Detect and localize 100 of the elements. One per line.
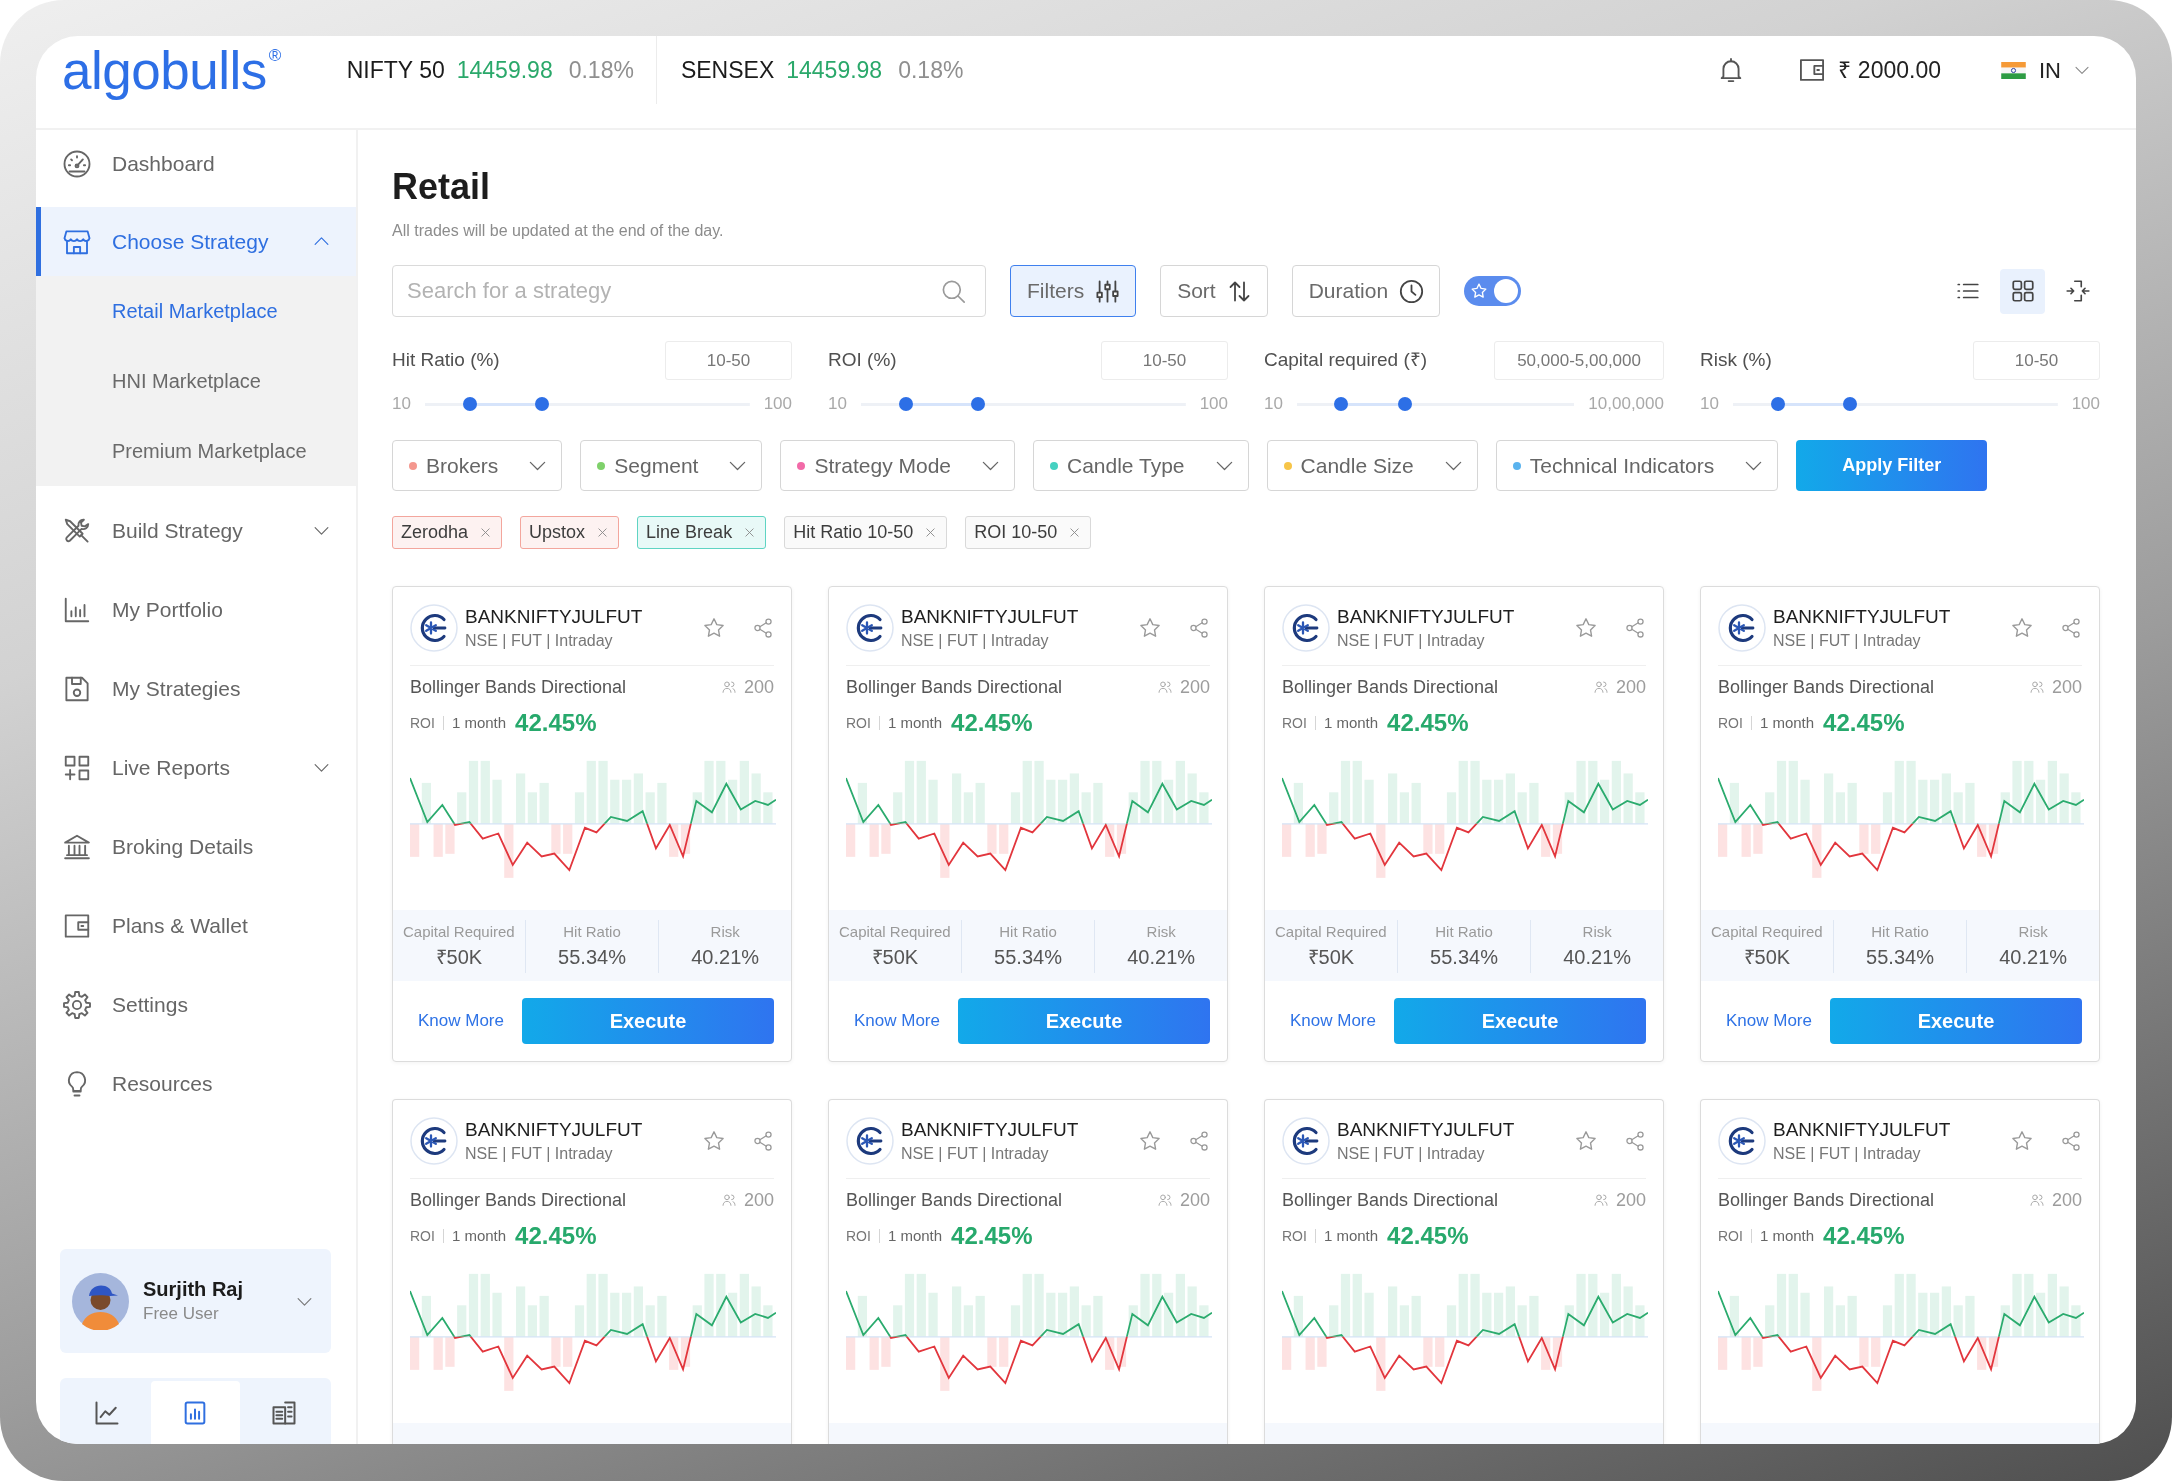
loss-bar bbox=[680, 823, 691, 854]
ticker-value: 14459.98 bbox=[786, 55, 883, 85]
know-more-link[interactable]: Know More bbox=[418, 1008, 504, 1034]
execute-button[interactable]: Execute bbox=[1394, 998, 1646, 1044]
sidebar-item[interactable]: Choose Strategy bbox=[36, 207, 356, 276]
loss-bar bbox=[1376, 823, 1386, 878]
sort-button[interactable]: Sort bbox=[1160, 265, 1268, 317]
star-icon[interactable] bbox=[2010, 616, 2034, 640]
roi-period: 1 month bbox=[1323, 712, 1379, 733]
star-icon[interactable] bbox=[702, 1129, 726, 1153]
sidebar-item[interactable]: My Portfolio bbox=[36, 575, 356, 644]
know-more-link[interactable]: Know More bbox=[1290, 1008, 1376, 1034]
star-icon[interactable] bbox=[1574, 616, 1598, 640]
execute-button[interactable]: Execute bbox=[1830, 998, 2082, 1044]
filter-chip[interactable]: Upstox bbox=[520, 516, 620, 549]
range-value-field[interactable]: 10-50 bbox=[1973, 341, 2100, 380]
gain-bar bbox=[1140, 760, 1150, 824]
loss-bar bbox=[1988, 823, 1999, 854]
gain-bar bbox=[1293, 782, 1303, 824]
loss-bar bbox=[1423, 1336, 1433, 1367]
star-icon[interactable] bbox=[2010, 1129, 2034, 1153]
share-icon[interactable] bbox=[1624, 617, 1646, 639]
close-icon[interactable] bbox=[1069, 527, 1081, 538]
slider-thumb[interactable] bbox=[463, 397, 478, 411]
submenu-item[interactable]: HNI Marketplace bbox=[36, 346, 356, 416]
grid-view-button[interactable] bbox=[2000, 268, 2045, 314]
gain-bar bbox=[1953, 792, 1963, 824]
stat-value: ₹50K bbox=[1307, 945, 1355, 969]
loss-bar bbox=[1753, 1336, 1763, 1367]
share-icon[interactable] bbox=[2060, 617, 2082, 639]
gain-bar bbox=[1293, 1295, 1303, 1337]
sidebar-item[interactable]: Broking Details bbox=[36, 812, 356, 881]
dropdown-button[interactable]: Strategy Mode bbox=[780, 440, 1015, 491]
know-more-link[interactable]: Know More bbox=[854, 1008, 940, 1034]
dropdown-button[interactable]: Technical Indicators bbox=[1495, 440, 1779, 491]
sidebar-item[interactable]: Dashboard bbox=[36, 130, 356, 197]
star-icon[interactable] bbox=[702, 616, 726, 640]
tab-button[interactable] bbox=[151, 1381, 240, 1444]
sidebar-item[interactable]: Plans & Wallet bbox=[36, 891, 356, 960]
gain-bar bbox=[1965, 782, 1975, 824]
gain-bar bbox=[704, 760, 714, 824]
loss-bar bbox=[669, 1336, 679, 1370]
filter-chip[interactable]: Hit Ratio 10-50 bbox=[784, 516, 948, 549]
close-icon[interactable] bbox=[925, 527, 937, 538]
gain-bar bbox=[704, 1273, 714, 1337]
know-more-link[interactable]: Know More bbox=[1726, 1008, 1812, 1034]
share-icon[interactable] bbox=[1188, 1130, 1210, 1152]
range-value-field[interactable]: 50,000-5,00,000 bbox=[1494, 341, 1664, 380]
user-card[interactable]: Surjith Raj Free User bbox=[60, 1249, 331, 1353]
filter-chip[interactable]: ROI 10-50 bbox=[965, 516, 1092, 549]
favorites-toggle[interactable] bbox=[1464, 276, 1522, 306]
gain-bar bbox=[928, 779, 938, 824]
region-selector[interactable]: IN bbox=[2001, 53, 2090, 87]
gain-bar bbox=[1352, 760, 1362, 824]
close-icon[interactable] bbox=[480, 527, 492, 538]
share-icon[interactable] bbox=[752, 1130, 774, 1152]
gain-bar bbox=[421, 1295, 431, 1337]
slider-thumb[interactable] bbox=[1842, 397, 1857, 411]
filter-button[interactable]: Filters bbox=[1010, 265, 1137, 317]
range-value-field[interactable]: 10-50 bbox=[1101, 341, 1228, 380]
dropdown-button[interactable]: Brokers bbox=[392, 440, 563, 491]
gain-bar bbox=[1953, 1305, 1963, 1337]
dropdown-button[interactable]: Candle Size bbox=[1266, 440, 1478, 491]
execute-button[interactable]: Execute bbox=[522, 998, 774, 1044]
search-field[interactable]: Search for a strategy bbox=[392, 265, 986, 317]
slider-thumb[interactable] bbox=[534, 397, 549, 411]
sidebar-item[interactable]: Settings bbox=[36, 970, 356, 1039]
duration-button[interactable]: Duration bbox=[1291, 265, 1441, 317]
loss-bar bbox=[1741, 823, 1751, 857]
sidebar-item[interactable]: Live Reports bbox=[36, 733, 356, 802]
star-icon[interactable] bbox=[1138, 1129, 1162, 1153]
share-icon[interactable] bbox=[752, 617, 774, 639]
slider-thumb[interactable] bbox=[899, 397, 914, 411]
gain-bar bbox=[716, 760, 726, 824]
range-value-field[interactable]: 10-50 bbox=[665, 341, 792, 380]
slider-thumb[interactable] bbox=[1334, 397, 1349, 411]
slider-thumb[interactable] bbox=[970, 397, 985, 411]
submenu-item[interactable]: Retail Marketplace bbox=[36, 276, 356, 346]
gain-bar bbox=[645, 792, 655, 824]
filter-chip[interactable]: Line Break bbox=[637, 516, 767, 549]
dropdown-button[interactable]: Candle Type bbox=[1033, 440, 1249, 491]
slider-thumb[interactable] bbox=[1398, 397, 1413, 411]
share-icon[interactable] bbox=[2060, 1130, 2082, 1152]
execute-button[interactable]: Execute bbox=[958, 998, 1210, 1044]
share-icon[interactable] bbox=[1624, 1130, 1646, 1152]
share-icon[interactable] bbox=[1188, 617, 1210, 639]
submenu-item[interactable]: Premium Marketplace bbox=[36, 416, 356, 486]
sidebar-item[interactable]: My Strategies bbox=[36, 654, 356, 723]
gain-bar bbox=[633, 773, 643, 824]
close-icon[interactable] bbox=[597, 527, 609, 538]
sidebar-item[interactable]: Build Strategy bbox=[36, 496, 356, 565]
sidebar-item[interactable]: Resources bbox=[36, 1049, 356, 1118]
close-icon[interactable] bbox=[744, 527, 756, 538]
slider-thumb[interactable] bbox=[1771, 397, 1786, 411]
loss-bar bbox=[1116, 1336, 1127, 1367]
dropdown-button[interactable]: Segment bbox=[580, 440, 763, 491]
star-icon[interactable] bbox=[1138, 616, 1162, 640]
filter-chip[interactable]: Zerodha bbox=[392, 516, 503, 549]
star-icon[interactable] bbox=[1574, 1129, 1598, 1153]
apply-button[interactable]: Apply Filter bbox=[1796, 440, 1988, 491]
